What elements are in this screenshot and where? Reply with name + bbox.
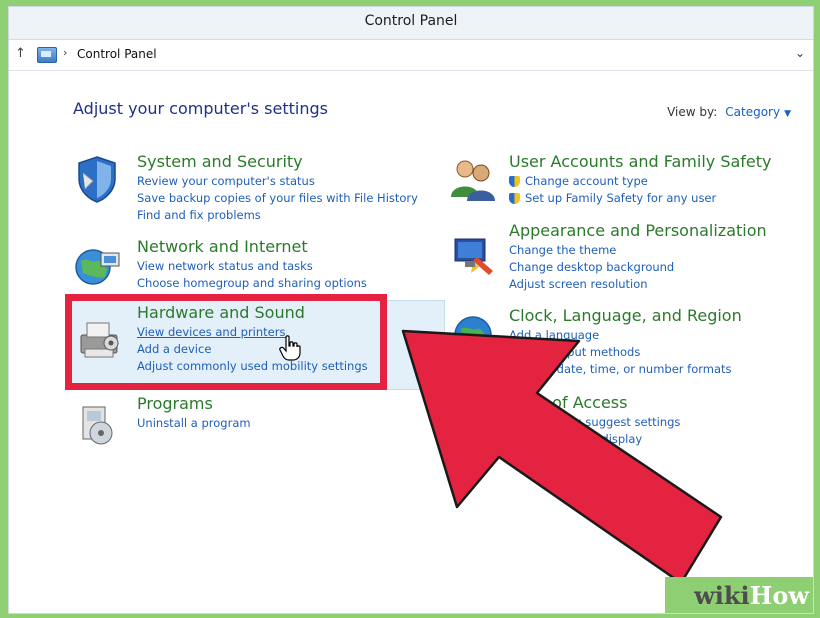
watermark-text: wikiHow xyxy=(694,581,809,610)
annotation-arrow-icon xyxy=(401,329,723,585)
wikihow-watermark: wikiHow xyxy=(665,577,813,613)
control-panel-window: Control Panel ↑ › Control Panel ⌄ Adjust… xyxy=(8,6,814,614)
